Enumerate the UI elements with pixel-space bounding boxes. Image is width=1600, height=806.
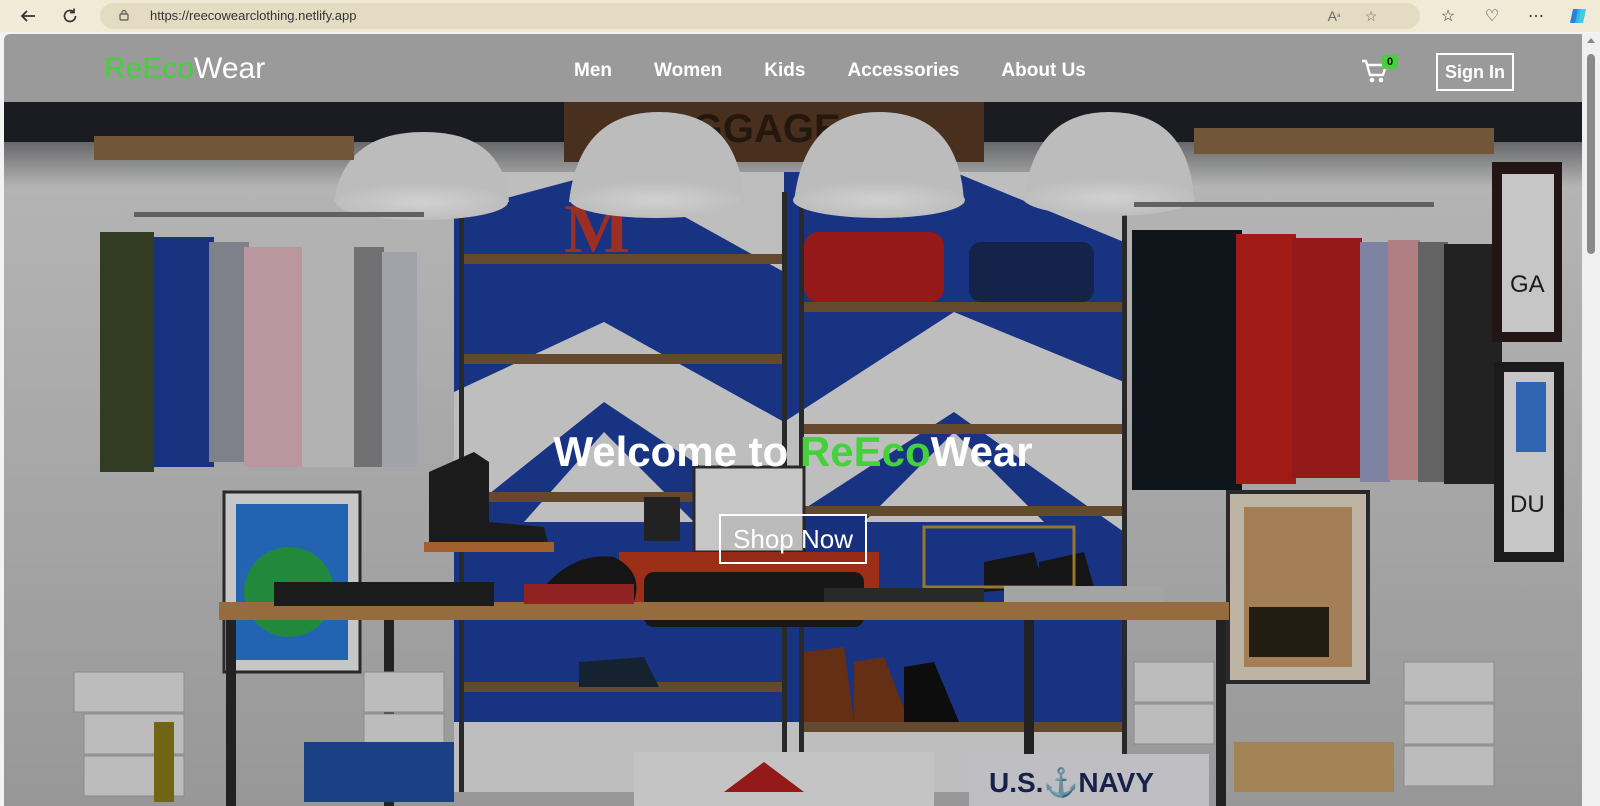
refresh-icon[interactable] — [58, 4, 82, 28]
site-header: ReEcoWear Men Women Kids Accessories Abo… — [4, 34, 1582, 102]
page-viewport: ReEcoWear Men Women Kids Accessories Abo… — [4, 34, 1582, 806]
hero-title-brand-green: ReEco — [799, 428, 931, 475]
logo-part-white: Wear — [194, 52, 266, 85]
copilot-icon[interactable] — [1566, 4, 1590, 28]
nav-item-about-us[interactable]: About Us — [1001, 60, 1085, 82]
hero-title: Welcome to ReEcoWear — [4, 428, 1582, 476]
more-icon[interactable]: ⋯ — [1524, 4, 1548, 28]
read-aloud-icon[interactable]: Aᵃ — [1325, 7, 1343, 25]
favorites-icon[interactable]: ☆ — [1436, 4, 1460, 28]
favorite-star-icon[interactable]: ☆ — [1362, 7, 1380, 25]
browser-toolbar: https://reecowearclothing.netlify.app Aᵃ… — [0, 0, 1600, 32]
hero-section: BAGGAGE M GA DU U.S.⚓NAVY Welcome to ReE… — [4, 102, 1582, 806]
shop-now-button[interactable]: Shop Now — [719, 514, 867, 564]
cart-count-badge: 0 — [1382, 55, 1398, 69]
site-logo[interactable]: ReEcoWear — [104, 52, 265, 86]
browser-essentials-icon[interactable]: ♡ — [1480, 4, 1504, 28]
back-icon[interactable] — [16, 4, 40, 28]
nav-item-kids[interactable]: Kids — [764, 60, 805, 82]
nav-item-women[interactable]: Women — [654, 60, 722, 82]
url-text: https://reecowearclothing.netlify.app — [150, 8, 357, 23]
main-nav: Men Women Kids Accessories About Us — [574, 60, 1128, 82]
nav-item-men[interactable]: Men — [574, 60, 612, 82]
lock-icon — [119, 9, 129, 21]
hero-title-brand-white: Wear — [930, 428, 1033, 475]
nav-item-accessories[interactable]: Accessories — [847, 60, 959, 82]
page-scrollbar[interactable] — [1582, 34, 1600, 806]
hero-title-prefix: Welcome to — [553, 428, 800, 475]
address-bar[interactable]: https://reecowearclothing.netlify.app Aᵃ… — [100, 3, 1420, 29]
scroll-thumb[interactable] — [1587, 54, 1595, 254]
logo-part-green: ReEco — [104, 52, 195, 85]
sign-in-button[interactable]: Sign In — [1436, 53, 1514, 91]
scroll-up-arrow-icon[interactable] — [1587, 38, 1595, 43]
